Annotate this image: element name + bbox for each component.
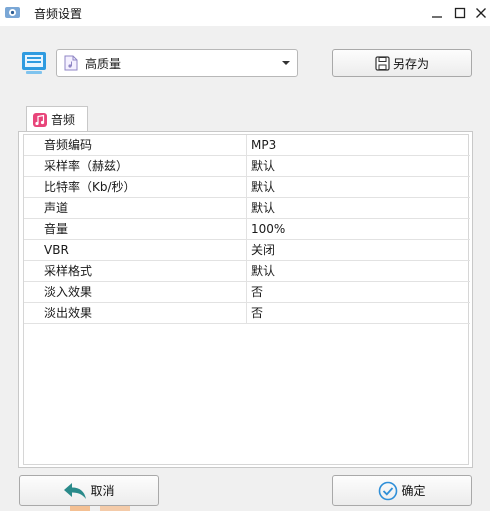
table-row[interactable]: 声道 默认 <box>24 198 470 219</box>
save-icon <box>375 55 390 71</box>
setting-key: 声道 <box>24 198 247 218</box>
setting-value[interactable]: MP3 <box>248 135 469 155</box>
minimize-button[interactable] <box>426 3 448 23</box>
table-row[interactable]: 淡入效果 否 <box>24 282 470 303</box>
save-as-button[interactable]: 另存为 <box>332 49 472 77</box>
ok-label: 确定 <box>401 484 426 498</box>
ok-button[interactable]: 确定 <box>332 475 472 506</box>
maximize-icon <box>454 7 466 19</box>
table-row[interactable]: 采样格式 默认 <box>24 261 470 282</box>
setting-value[interactable]: 默认 <box>248 198 469 218</box>
setting-key: 比特率（Kb/秒） <box>24 177 247 197</box>
table-row[interactable]: VBR 关闭 <box>24 240 470 261</box>
setting-key: 采样格式 <box>24 261 247 281</box>
music-note-icon <box>33 112 47 127</box>
cancel-label: 取消 <box>90 484 115 498</box>
table-row[interactable]: 淡出效果 否 <box>24 303 470 324</box>
setting-value[interactable]: 100% <box>248 219 469 239</box>
setting-key: 淡出效果 <box>24 303 247 323</box>
setting-key: 采样率（赫兹） <box>24 156 247 176</box>
setting-value[interactable]: 默认 <box>248 261 469 281</box>
app-icon <box>5 7 20 18</box>
title-bar: 音频设置 <box>0 0 490 26</box>
preset-dropdown[interactable]: 高质量 <box>56 49 298 77</box>
bottom-decoration <box>70 506 220 511</box>
file-icon <box>64 55 78 71</box>
table-row[interactable]: 比特率（Kb/秒） 默认 <box>24 177 470 198</box>
close-button[interactable] <box>470 3 490 23</box>
table-row[interactable]: 音频编码 MP3 <box>24 135 470 156</box>
tab-audio[interactable]: 音频 <box>26 106 88 132</box>
preset-profile-icon <box>22 52 46 74</box>
close-icon <box>476 8 486 18</box>
setting-key: 音频编码 <box>24 135 247 155</box>
check-circle-icon <box>379 481 398 500</box>
table-row[interactable]: 采样率（赫兹） 默认 <box>24 156 470 177</box>
preset-selected-value: 高质量 <box>85 56 122 71</box>
setting-value[interactable]: 否 <box>248 282 469 302</box>
setting-value[interactable]: 默认 <box>248 156 469 176</box>
minimize-icon <box>432 16 442 18</box>
setting-key: 音量 <box>24 219 247 239</box>
chevron-down-icon <box>282 61 290 65</box>
cancel-button[interactable]: 取消 <box>19 475 159 506</box>
back-arrow-icon <box>64 482 87 499</box>
setting-value[interactable]: 默认 <box>248 177 469 197</box>
window-title: 音频设置 <box>34 7 83 21</box>
tab-audio-label: 音频 <box>51 113 76 127</box>
table-row[interactable]: 音量 100% <box>24 219 470 240</box>
setting-key: VBR <box>24 240 247 260</box>
maximize-button[interactable] <box>449 3 471 23</box>
setting-value[interactable]: 否 <box>248 303 469 323</box>
save-as-label: 另存为 <box>392 56 429 71</box>
settings-grid: 音频编码 MP3 采样率（赫兹） 默认 比特率（Kb/秒） 默认 声道 默认 音… <box>23 134 470 465</box>
setting-value[interactable]: 关闭 <box>248 240 469 260</box>
setting-key: 淡入效果 <box>24 282 247 302</box>
